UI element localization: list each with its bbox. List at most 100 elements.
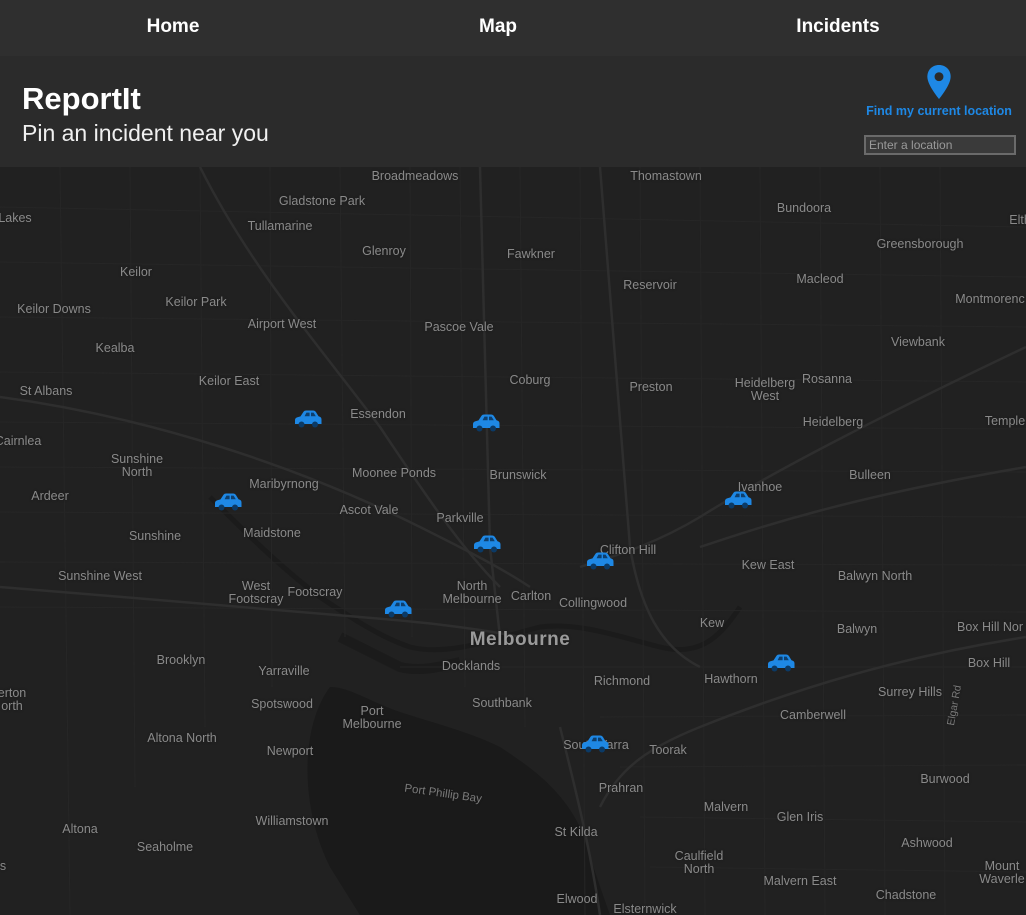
map-label: West Footscray bbox=[228, 579, 284, 606]
incident-marker[interactable] bbox=[212, 492, 244, 512]
nav-link-home[interactable]: Home bbox=[147, 0, 200, 56]
map-label: Temple bbox=[984, 414, 1026, 428]
map-label: Tullamarine bbox=[247, 219, 313, 233]
map-label: Rosanna bbox=[801, 372, 853, 386]
map-label: Heidelberg bbox=[802, 415, 864, 429]
map-label: Docklands bbox=[441, 659, 501, 673]
map-label: Balwyn North bbox=[837, 569, 913, 583]
incident-marker[interactable] bbox=[579, 734, 611, 754]
incident-marker[interactable] bbox=[292, 409, 324, 429]
map-label: Kealba bbox=[95, 341, 135, 355]
map-label: Gladstone Park bbox=[278, 194, 366, 208]
map-label: Malvern bbox=[703, 800, 749, 814]
location-pin-icon bbox=[927, 65, 951, 99]
map-label: Montmorenc bbox=[955, 292, 1025, 306]
map-label: Caulfield North bbox=[674, 849, 724, 876]
nav-link-map[interactable]: Map bbox=[479, 0, 517, 56]
map-label: Williamstown bbox=[255, 814, 329, 828]
map-label: Sunshine West bbox=[58, 569, 142, 583]
car-icon bbox=[215, 493, 242, 511]
car-icon bbox=[587, 552, 614, 570]
map-label: Bulleen bbox=[849, 468, 891, 482]
map-label: Glen Iris bbox=[776, 810, 824, 824]
map-label: Seaholme bbox=[136, 840, 194, 854]
map-label: Surrey Hills bbox=[878, 685, 942, 699]
location-search-input[interactable] bbox=[864, 135, 1016, 155]
city-label: Melbourne bbox=[469, 629, 571, 650]
car-icon bbox=[385, 600, 412, 618]
nav-link-incidents[interactable]: Incidents bbox=[796, 0, 879, 56]
map-label: Keilor Downs bbox=[17, 302, 91, 316]
map-label: Box Hill Nor bbox=[957, 620, 1023, 634]
map-label: Pascoe Vale bbox=[424, 320, 494, 334]
map-label: Port Melbourne bbox=[342, 704, 402, 731]
incident-marker[interactable] bbox=[722, 490, 754, 510]
find-location-label: Find my current location bbox=[866, 104, 1012, 118]
map-label: Southbank bbox=[472, 696, 532, 710]
map-label: Cairnlea bbox=[0, 434, 42, 448]
map-label: Malvern East bbox=[763, 874, 837, 888]
map-label: Toorak bbox=[649, 743, 687, 757]
map-label: Balwyn bbox=[836, 622, 878, 636]
map-label: Elth bbox=[1009, 213, 1026, 227]
map-label: Collingwood bbox=[558, 596, 628, 610]
map-label: Yarraville bbox=[258, 664, 310, 678]
map-label: Box Hill bbox=[967, 656, 1011, 670]
map-label: Viewbank bbox=[891, 335, 945, 349]
map-label: Altona North bbox=[147, 731, 217, 745]
map-label: Hawthorn bbox=[704, 672, 758, 686]
map-label: Keilor bbox=[120, 265, 152, 279]
incident-marker[interactable] bbox=[765, 653, 797, 673]
car-icon bbox=[473, 414, 500, 432]
map-label: Brooklyn bbox=[156, 653, 206, 667]
map-label: Maidstone bbox=[243, 526, 301, 540]
map-label: Airport West bbox=[247, 317, 317, 331]
map-label: Brunswick bbox=[489, 468, 547, 482]
map-label: Bundoora bbox=[776, 201, 832, 215]
map-label: Maribyrnong bbox=[249, 477, 319, 491]
map-label: Preston bbox=[629, 380, 673, 394]
map-label: Thomastown bbox=[630, 169, 702, 183]
map-label: Ascot Vale bbox=[339, 503, 399, 517]
map-label: Fawkner bbox=[507, 247, 555, 261]
map-label: s bbox=[0, 859, 7, 873]
incident-marker[interactable] bbox=[382, 599, 414, 619]
incident-marker[interactable] bbox=[471, 534, 503, 554]
find-location-button[interactable]: Find my current location bbox=[862, 64, 1016, 118]
incident-marker[interactable] bbox=[584, 551, 616, 571]
top-navbar: Home Map Incidents bbox=[0, 0, 1026, 56]
map-label: erton orth bbox=[0, 686, 27, 713]
map-label: St Kilda bbox=[554, 825, 598, 839]
map-label: Newport bbox=[266, 744, 314, 758]
map-label: Elsternwick bbox=[613, 902, 677, 915]
map-label: Keilor East bbox=[198, 374, 260, 388]
map-label: Essendon bbox=[350, 407, 406, 421]
map-label: Parkville bbox=[436, 511, 484, 525]
map-label: Footscray bbox=[287, 585, 343, 599]
map-label: Carlton bbox=[510, 589, 552, 603]
car-icon bbox=[474, 535, 501, 553]
map-label: Sunshine bbox=[128, 529, 182, 543]
map-label: Sunshine North bbox=[110, 452, 164, 479]
map-label: Camberwell bbox=[780, 708, 846, 722]
map-label: Kew bbox=[699, 616, 725, 630]
map-label: Mount Waverle bbox=[979, 859, 1025, 886]
incident-map[interactable]: Broadmeadows Thomastown Gladstone Park Bund… bbox=[0, 167, 1026, 915]
incident-marker[interactable] bbox=[470, 413, 502, 433]
map-label: Heidelberg West bbox=[734, 376, 796, 403]
page-header: ReportIt Pin an incident near you Find m… bbox=[0, 56, 1026, 167]
map-label: North Melbourne bbox=[442, 579, 502, 606]
map-label: Lakes bbox=[0, 211, 32, 225]
app-title: ReportIt bbox=[22, 81, 141, 116]
map-label: Broadmeadows bbox=[371, 169, 459, 183]
app-subtitle: Pin an incident near you bbox=[22, 120, 269, 146]
map-label: Greensborough bbox=[876, 237, 964, 251]
map-label: Altona bbox=[62, 822, 98, 836]
map-label: Moonee Ponds bbox=[351, 466, 437, 480]
map-label: Ashwood bbox=[901, 836, 953, 850]
map-label: Elwood bbox=[556, 892, 598, 906]
map-label: Kew East bbox=[741, 558, 795, 572]
car-icon bbox=[768, 654, 795, 672]
map-label: Coburg bbox=[509, 373, 551, 387]
map-label: Macleod bbox=[796, 272, 844, 286]
